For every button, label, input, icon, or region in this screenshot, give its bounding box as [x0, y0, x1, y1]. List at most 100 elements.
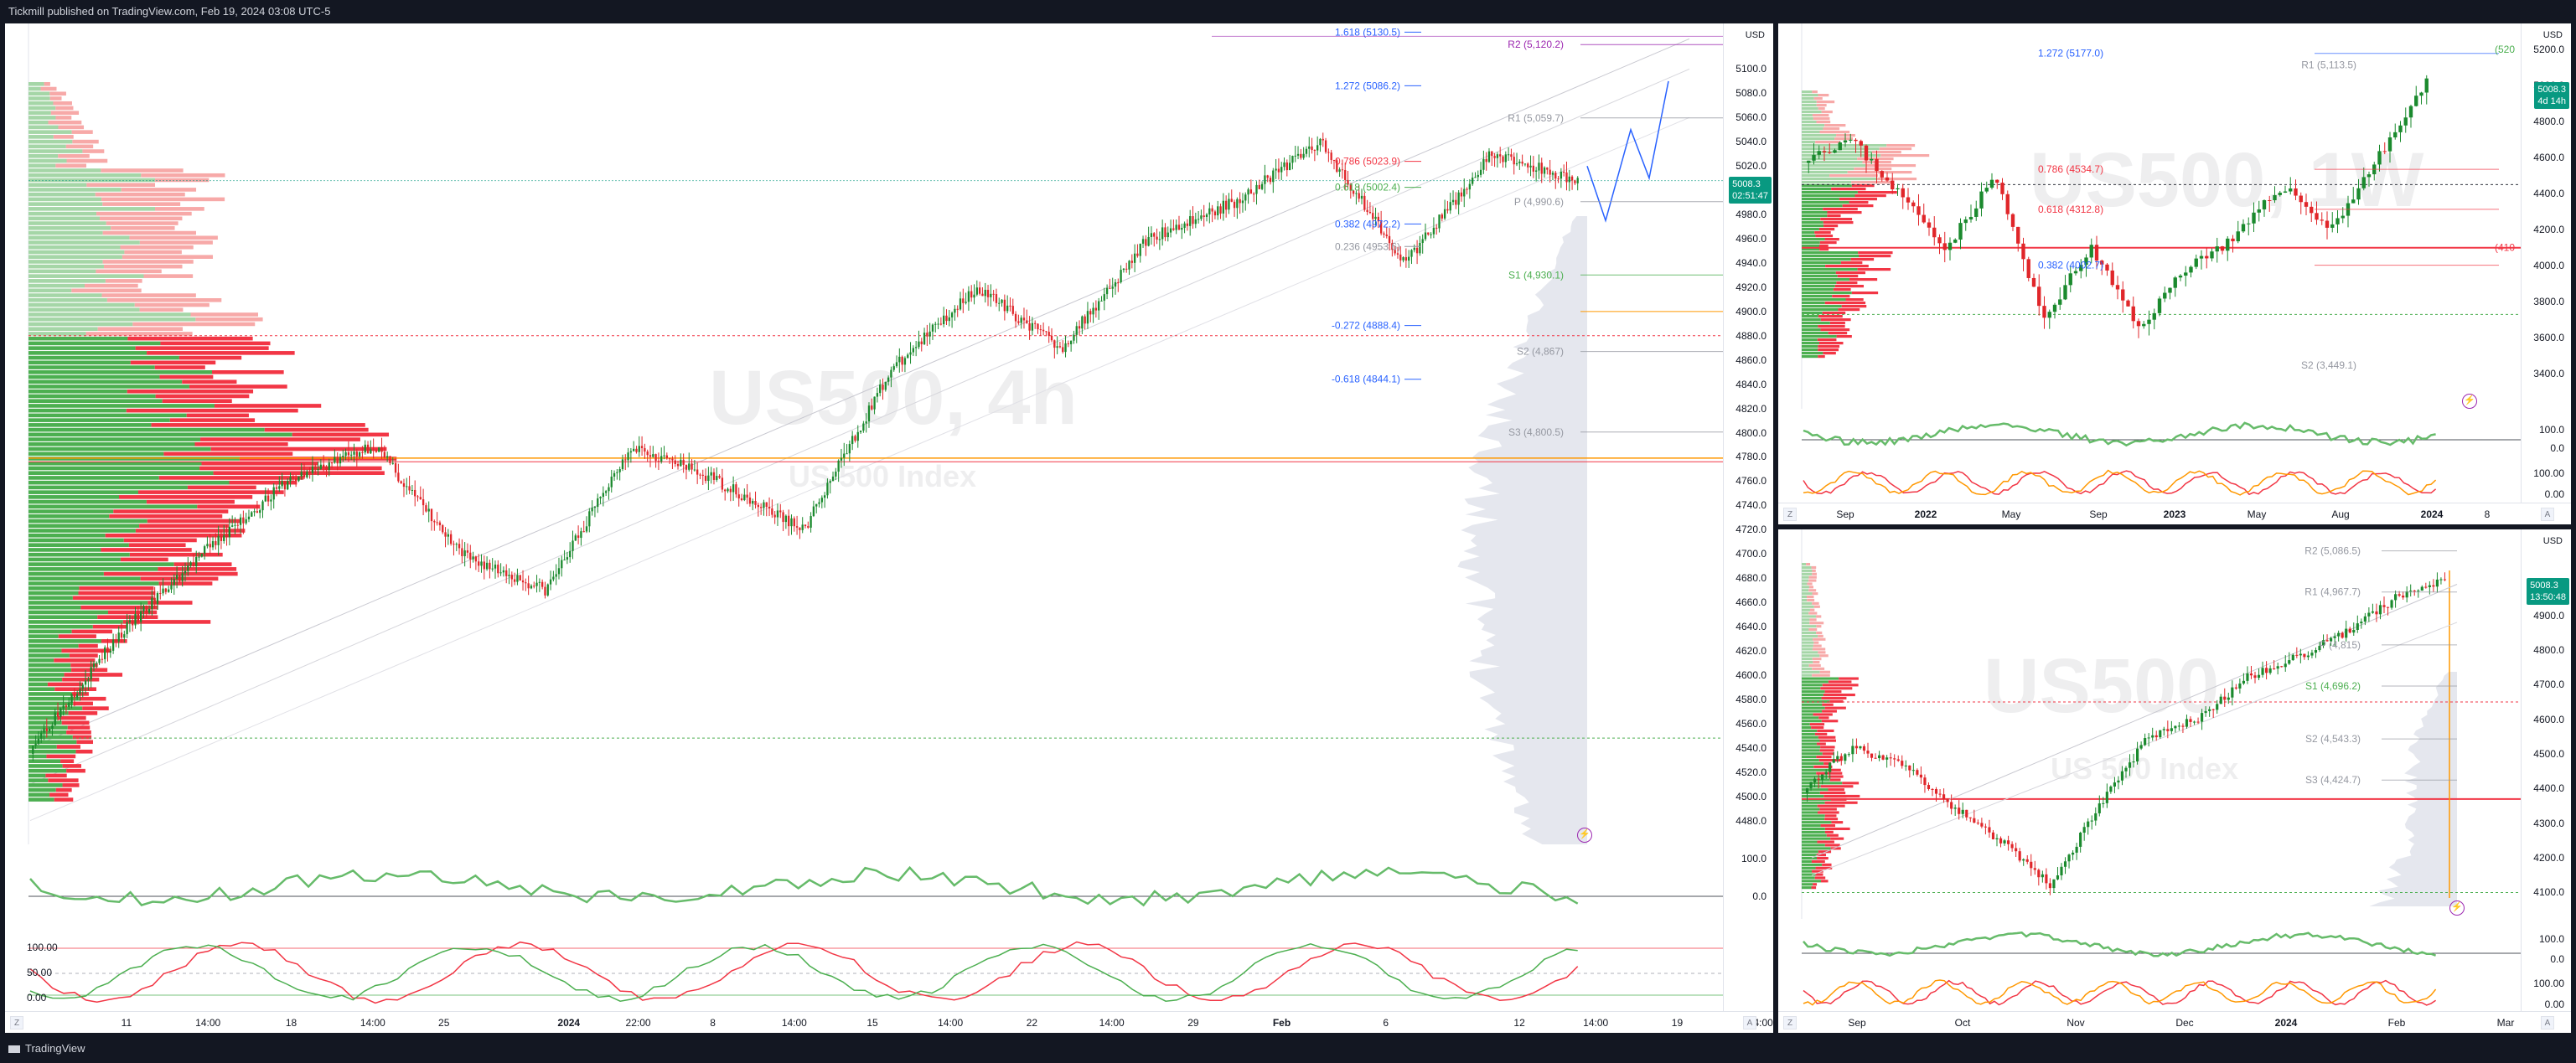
- candle-body: [2189, 266, 2193, 273]
- candle-body: [585, 526, 588, 532]
- auto-scale-button[interactable]: A: [1743, 1016, 1756, 1029]
- weekly-oscillator-1[interactable]: [1778, 413, 2521, 460]
- candle-body: [521, 580, 525, 583]
- zoom-reset-button-weekly[interactable]: Z: [1783, 508, 1797, 521]
- candle-body: [111, 639, 115, 651]
- weekly-chart-panel[interactable]: US500, 1W 1.272 (5177.0) 0.786 (4534.7) 0.…: [1778, 23, 2571, 524]
- candle-body: [168, 589, 170, 592]
- volume-row-sell: [1820, 318, 1851, 322]
- volume-row-sell: [147, 519, 241, 524]
- candle-body: [513, 579, 516, 582]
- main-time-axis[interactable]: 11 14:00 18 14:00 25 2024 22:00 8 14:00 15 14:00 22…: [5, 1011, 1773, 1033]
- candle-body: [823, 495, 826, 498]
- candle-body: [2288, 660, 2291, 664]
- candle-body: [303, 472, 306, 477]
- weekly-price-chart[interactable]: 1.272 (5177.0)0.786 (4534.7)0.618 (4312.…: [1778, 23, 2521, 409]
- candle-body: [2403, 117, 2408, 126]
- candle-body: [1961, 809, 1964, 814]
- volume-row-buy: [1802, 628, 1809, 632]
- main-price-chart[interactable]: 1.618 (5130.5)1.272 (5086.2)0.786 (5023.…: [5, 23, 1723, 844]
- volume-row-buy: [1802, 94, 1818, 97]
- volume-row-sell: [1814, 732, 1828, 735]
- candle-body: [1563, 172, 1565, 173]
- volume-row-sell: [1811, 859, 1825, 864]
- candle-body: [663, 455, 665, 457]
- daily-price-chart[interactable]: R2 (5,086.5)R1 (4,967.7)P (4,815)S1 (4,6…: [1778, 529, 2521, 919]
- zoom-reset-button[interactable]: Z: [10, 1016, 23, 1029]
- candle-body: [499, 572, 502, 574]
- candle-body: [65, 705, 68, 707]
- candle-body: [2363, 616, 2367, 622]
- volume-row-buy: [1802, 218, 1821, 221]
- volume-row-buy: [1802, 201, 1849, 204]
- volume-row-sell: [126, 408, 298, 413]
- candle-body: [566, 557, 569, 560]
- candle-body: [608, 487, 610, 492]
- weekly-oscillator-2[interactable]: [1778, 462, 2521, 503]
- volume-row-sell: [1826, 833, 1839, 837]
- volume-row-sell: [1837, 275, 1859, 278]
- volume-row-sell: [1871, 151, 1901, 154]
- candle-body: [818, 502, 820, 504]
- volume-row-sell: [62, 764, 81, 768]
- candle-body: [986, 289, 990, 297]
- volume-row-sell: [1813, 883, 1818, 886]
- volume-row-sell: [1824, 706, 1846, 710]
- volume-row-buy: [1802, 589, 1809, 592]
- lightning-alert-icon-weekly[interactable]: ⚡: [2462, 394, 2477, 409]
- candle-body: [147, 609, 151, 613]
- candle-body: [1446, 209, 1449, 211]
- candle-body: [538, 581, 541, 583]
- price-tick: 4500.0: [2533, 748, 2564, 761]
- main-chart-panel[interactable]: US500, 4h US 500 Index 1.618 (5130.5) 1.2…: [5, 23, 1773, 1033]
- daily-oscillator-1[interactable]: [1778, 923, 2521, 970]
- volume-row-buy: [1802, 258, 1851, 261]
- daily-time-axis[interactable]: Sep Oct Nov Dec 2024 Feb Mar Z A: [1778, 1011, 2571, 1033]
- volume-row-sell: [68, 711, 98, 715]
- auto-scale-button-daily[interactable]: A: [2541, 1016, 2554, 1029]
- candle-body: [270, 499, 272, 502]
- volume-row-buy: [28, 529, 136, 533]
- lightning-alert-icon[interactable]: ⚡: [1577, 828, 1592, 843]
- candle-body: [2120, 771, 2124, 781]
- candle-body: [2132, 761, 2135, 763]
- candle-body: [1891, 180, 1895, 190]
- volume-row-sell: [194, 442, 288, 446]
- candle-body: [427, 508, 430, 512]
- main-oscillator-1[interactable]: [5, 849, 1723, 932]
- volume-row-sell: [1822, 710, 1837, 713]
- candle-body: [1885, 177, 1890, 181]
- candle-body: [145, 606, 147, 613]
- main-oscillator-2[interactable]: [5, 937, 1723, 1009]
- volume-row-sell: [200, 437, 360, 441]
- candle-body: [325, 467, 328, 470]
- candle-body: [939, 323, 943, 325]
- candle-body: [2021, 243, 2025, 260]
- candle-body: [2257, 209, 2261, 213]
- daily-chart-panel[interactable]: US500 US 500 Index R2 (5,086.5) R1 (4,967…: [1778, 529, 2571, 1033]
- main-price-axis[interactable]: USD 5100.05080.05060.05040.05020.05000.0…: [27, 23, 1773, 1012]
- volume-row-buy: [1802, 699, 1830, 703]
- candle-body: [355, 452, 358, 457]
- lightning-alert-icon-daily[interactable]: ⚡: [2449, 900, 2465, 916]
- zoom-reset-button-daily[interactable]: Z: [1783, 1016, 1797, 1029]
- candle-body: [721, 477, 724, 490]
- weekly-time-axis[interactable]: Sep 2022 May Sep 2023 May Aug 2024 8 Z A: [1778, 503, 2571, 524]
- volume-row-buy: [1802, 204, 1843, 208]
- candle-body: [2090, 820, 2093, 822]
- volume-row-sell: [1817, 857, 1829, 860]
- candle-body: [773, 514, 776, 518]
- candle-body: [2402, 596, 2405, 598]
- candle-body: [1435, 227, 1438, 229]
- auto-scale-button-weekly[interactable]: A: [2541, 508, 2554, 521]
- volume-row-buy: [28, 178, 155, 183]
- candle-body: [1963, 219, 1968, 224]
- candle-body: [1075, 326, 1078, 335]
- time-tick: Feb: [1272, 1017, 1291, 1029]
- candle-body: [2079, 833, 2082, 847]
- candle-body: [649, 455, 652, 457]
- volume-row-buy: [28, 158, 67, 163]
- volume-row-buy: [28, 519, 147, 524]
- candle-body: [950, 312, 954, 317]
- daily-oscillator-2[interactable]: [1778, 972, 2521, 1014]
